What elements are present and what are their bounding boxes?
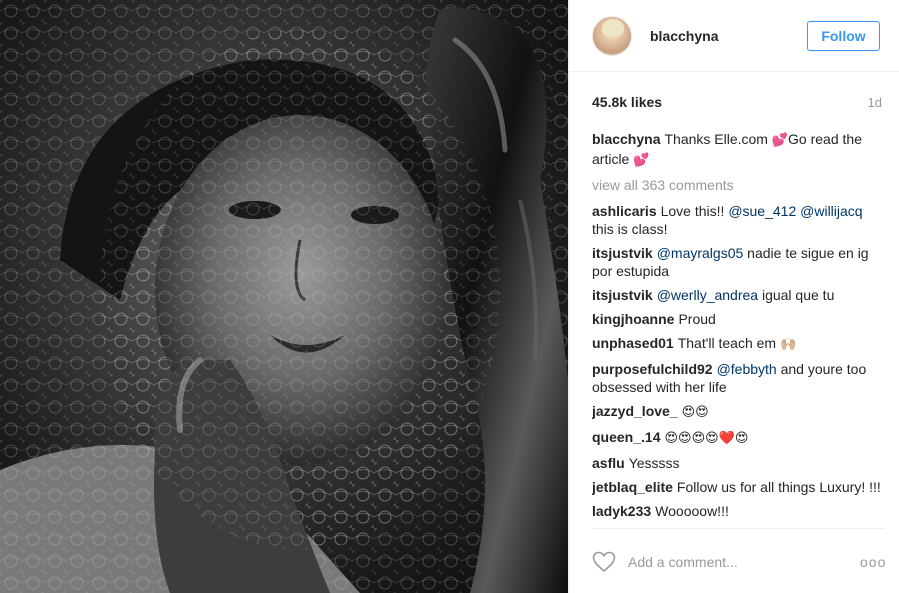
comment-emoji: 🙌🏼 (779, 337, 797, 352)
comment-item: itsjustvik @werlly_andrea igual que tu (592, 286, 884, 304)
post-side-panel: blacchyna Follow 45.8k likes 1d blacchyn… (568, 0, 899, 593)
comment-author[interactable]: jazzyd_love_ (592, 403, 678, 419)
comment-author[interactable]: kingjhoanne (592, 311, 674, 327)
view-all-comments-link[interactable]: view all 363 comments (592, 176, 884, 194)
photo-illustration (0, 0, 568, 593)
comments-list[interactable]: blacchyna Thanks Elle.com 💕Go read the ar… (592, 130, 884, 528)
comment-item: jetblaq_elite Follow us for all things Lu… (592, 478, 884, 496)
comment-mention[interactable]: @febbyth (717, 361, 777, 377)
heart-outline-icon[interactable] (592, 551, 616, 573)
post-photo[interactable] (0, 0, 568, 593)
comment-item: itsjustvik @mayralgs05 nadie te sigue en … (592, 244, 884, 280)
comment-emoji: 😍😍 (681, 405, 709, 420)
caption-emoji-2: 💕 (633, 153, 650, 168)
comment-author[interactable]: itsjustvik (592, 287, 653, 303)
avatar[interactable] (592, 15, 632, 56)
comment-divider (592, 528, 884, 529)
comment-item: purposefulchild92 @febbyth and youre too … (592, 360, 884, 396)
comment-mention[interactable]: @mayralgs05 (657, 245, 744, 261)
comment-text: igual que tu (758, 287, 835, 303)
comment-item: asflu Yesssss (592, 454, 884, 472)
comment-mention[interactable]: @sue_412 (728, 203, 796, 219)
author-username[interactable]: blacchyna (650, 28, 807, 44)
comment-text: Follow us for all things Luxury! !!! (676, 479, 881, 495)
instagram-post: blacchyna Follow 45.8k likes 1d blacchyn… (0, 0, 899, 593)
follow-button[interactable]: Follow (807, 20, 880, 51)
comment-author[interactable]: itsjustvik (592, 245, 653, 261)
comment-item: unphased01 That'll teach em 🙌🏼 (592, 334, 884, 354)
comment-text: Wooooow!!! (655, 503, 729, 519)
comment-item: jazzyd_love_ 😍😍 (592, 402, 884, 422)
comment-mention[interactable]: @werlly_andrea (657, 287, 758, 303)
comment-emoji: 😍😍😍😍❤️😍 (664, 431, 749, 446)
comment-author[interactable]: unphased01 (592, 335, 674, 351)
likes-count[interactable]: 45.8k likes (592, 94, 662, 110)
comment-mention[interactable]: @willijacq (800, 203, 862, 219)
comment-input[interactable] (628, 554, 860, 570)
comment-text: Yesssss (628, 455, 680, 471)
comment-author[interactable]: jetblaq_elite (592, 479, 673, 495)
comment-author[interactable]: ashlicaris (592, 203, 657, 219)
comment-text: this is class! (592, 221, 668, 237)
comment-text: Love this!! (660, 203, 729, 219)
caption-emoji-1: 💕 (771, 133, 789, 148)
caption: blacchyna Thanks Elle.com 💕Go read the ar… (592, 130, 884, 170)
caption-text-1: Thanks Elle.com (664, 131, 772, 147)
add-comment-row: ooo (592, 548, 885, 576)
comment-author[interactable]: queen_.14 (592, 429, 660, 445)
post-timestamp[interactable]: 1d (868, 95, 882, 110)
caption-author[interactable]: blacchyna (592, 131, 660, 147)
comment-item: ashlicaris Love this!! @sue_412 @willijac… (592, 202, 884, 238)
post-header: blacchyna Follow (569, 0, 899, 72)
post-stats: 45.8k likes 1d (592, 94, 882, 110)
comment-text: Proud (678, 311, 716, 327)
comment-author[interactable]: purposefulchild92 (592, 361, 713, 377)
comment-item: queen_.14 😍😍😍😍❤️😍 (592, 428, 884, 448)
comment-item: kingjhoanne Proud (592, 310, 884, 328)
comment-item: ladyk233 Wooooow!!! (592, 502, 884, 520)
more-options-icon[interactable]: ooo (860, 554, 885, 570)
comment-text: That'll teach em (677, 335, 780, 351)
comment-author[interactable]: asflu (592, 455, 625, 471)
comment-author[interactable]: ladyk233 (592, 503, 651, 519)
